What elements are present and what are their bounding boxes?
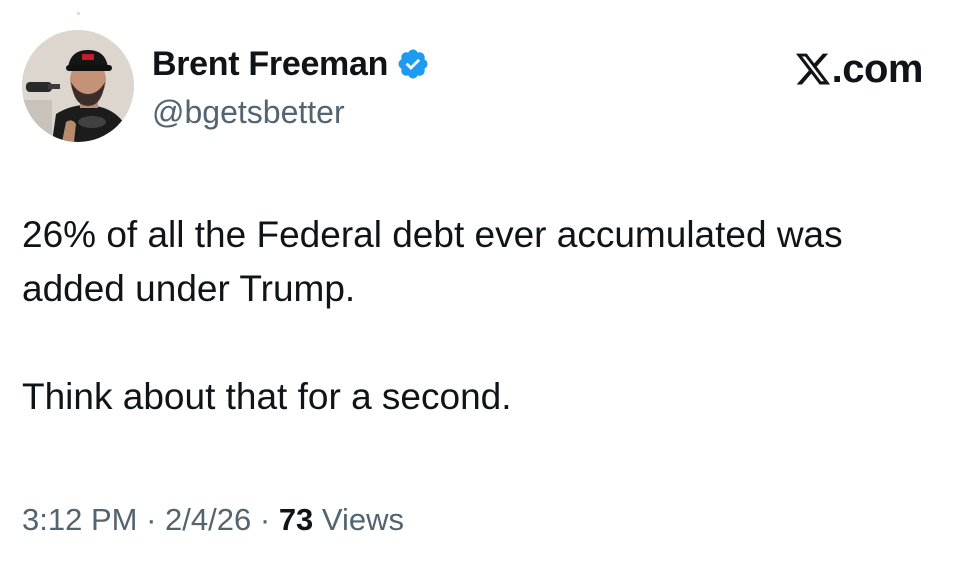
brand-suffix: .com	[831, 47, 924, 91]
display-name[interactable]: Brent Freeman	[152, 44, 388, 84]
meta-separator: ·	[146, 502, 157, 537]
tweet-time[interactable]: 3:12 PM	[22, 502, 137, 537]
x-logo-icon	[794, 50, 832, 88]
decorative-dot	[77, 12, 80, 15]
avatar[interactable]	[22, 30, 134, 142]
views-count: 73	[278, 502, 314, 537]
verified-badge-icon	[396, 47, 430, 81]
tweet-card: Brent Freeman @bgetsbetter .com 26% of a…	[0, 0, 961, 571]
tweet-date[interactable]: 2/4/26	[165, 502, 251, 537]
avatar-photo	[22, 30, 134, 142]
brand-mark: .com	[794, 44, 924, 94]
user-handle[interactable]: @bgetsbetter	[152, 92, 430, 132]
tweet-meta: 3:12 PM · 2/4/26 · 73 Views	[22, 498, 404, 542]
tweet-paragraph: Think about that for a second.	[22, 376, 512, 417]
name-row: Brent Freeman	[152, 44, 430, 84]
meta-separator: ·	[259, 502, 271, 537]
tweet-paragraph: 26% of all the Federal debt ever accumul…	[22, 214, 843, 309]
author-block: Brent Freeman @bgetsbetter	[152, 44, 430, 132]
tweet-text: 26% of all the Federal debt ever accumul…	[22, 208, 922, 424]
views-label: Views	[321, 502, 405, 537]
